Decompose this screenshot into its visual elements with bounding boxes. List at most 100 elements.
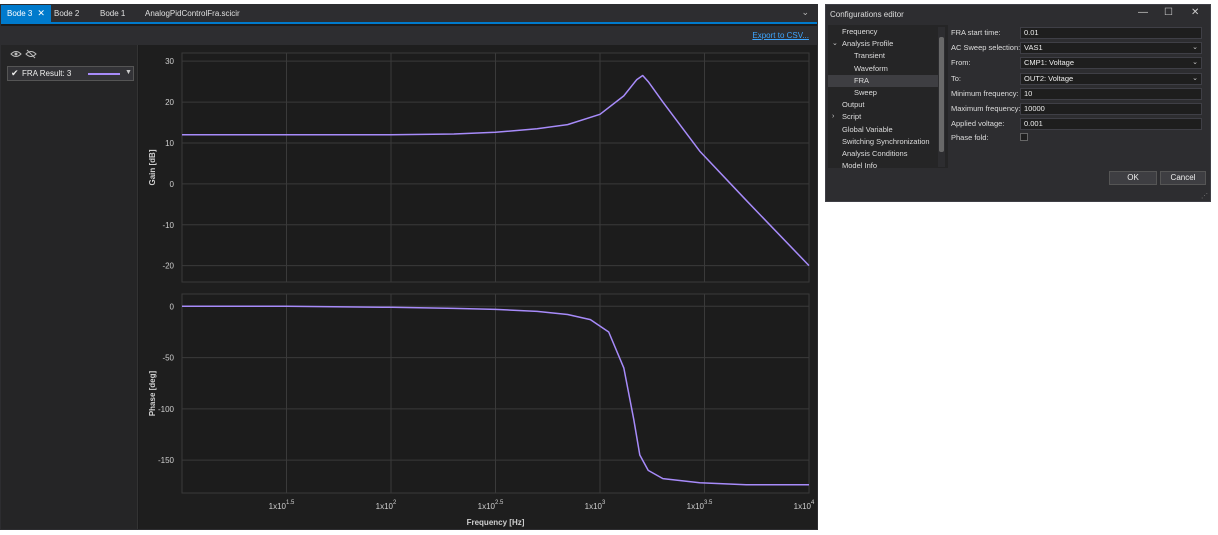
tree-item-analysis-conditions[interactable]: Analysis Conditions xyxy=(828,148,938,160)
ok-button[interactable]: OK xyxy=(1109,171,1157,185)
fra-result-label: FRA Result: 3 xyxy=(22,69,72,78)
chevron-down-icon[interactable]: ⌄ xyxy=(1192,43,1198,53)
export-csv-link[interactable]: Export to CSV... xyxy=(752,31,809,40)
tree-item-transient[interactable]: Transient xyxy=(828,50,938,62)
property-input[interactable]: 0.001 xyxy=(1020,118,1202,131)
close-icon[interactable]: ✕ xyxy=(37,8,45,18)
tree-item-switching-synchronization[interactable]: Switching Synchronization xyxy=(828,136,938,148)
tree-item-label: Script xyxy=(842,112,862,122)
y-axis-label: Gain [dB] xyxy=(148,149,157,185)
y-tick-label: 10 xyxy=(165,139,174,148)
series-color-swatch xyxy=(88,73,120,75)
check-icon[interactable]: ✔ xyxy=(11,68,19,79)
close-icon[interactable]: ✕ xyxy=(1191,7,1199,18)
property-label: Minimum frequency: xyxy=(951,88,1019,98)
tree-item-frequency[interactable]: Frequency xyxy=(828,26,938,38)
property-value: VAS1 xyxy=(1024,43,1043,53)
hide-all-eye-icon[interactable] xyxy=(25,49,37,59)
config-tree: Frequency ⌄ Analysis Profile Transient Wavef… xyxy=(828,25,948,168)
chevron-down-icon[interactable]: ▼ xyxy=(125,69,132,76)
phase-fold-label: Phase fold: xyxy=(951,133,989,142)
property-input[interactable]: 10 xyxy=(1020,87,1202,100)
y-tick-label: 0 xyxy=(170,302,175,311)
y-tick-label: -20 xyxy=(162,262,174,271)
maximize-icon[interactable]: ☐ xyxy=(1164,7,1173,18)
tree-item-label: Switching Synchronization xyxy=(842,136,930,146)
x-tick-label: 1x102.5 xyxy=(478,500,504,511)
bode-window: Bode 3 ✕ Bode 2 Bode 1 AnalogPidControlFr… xyxy=(0,4,818,530)
chevron-down-icon[interactable]: ⌄ xyxy=(1192,74,1198,84)
property-label: To: xyxy=(951,73,962,83)
tree-item-sweep[interactable]: Sweep xyxy=(828,87,938,99)
property-input[interactable]: 10000 xyxy=(1020,103,1202,115)
tree-item-model-info[interactable]: Model Info xyxy=(828,160,938,168)
tree-item-script[interactable]: › Script xyxy=(828,111,938,123)
property-value: 0.001 xyxy=(1024,119,1043,129)
x-tick-label: 1x101.5 xyxy=(269,500,295,511)
resize-grip-icon[interactable]: ⋰ xyxy=(1201,192,1208,200)
property-dropdown[interactable]: VAS1 ⌄ xyxy=(1020,42,1202,55)
results-panel: ✔ FRA Result: 3 ▼ xyxy=(1,45,138,529)
property-dropdown[interactable]: OUT2: Voltage ⌄ xyxy=(1020,72,1202,85)
tree-item-output[interactable]: Output xyxy=(828,99,938,111)
y-tick-label: -100 xyxy=(158,405,175,414)
chevron-down-icon[interactable]: ⌄ xyxy=(832,38,838,50)
chevron-right-icon[interactable]: › xyxy=(832,111,834,123)
y-tick-label: 30 xyxy=(165,57,174,66)
property-label: Applied voltage: xyxy=(951,119,1005,129)
tab-label: Bode 1 xyxy=(100,9,126,18)
y-tick-label: -150 xyxy=(158,456,175,465)
bode-plots-svg[interactable]: 30 20 10 0 -10 -20 Gain [dB] 0 -50 -100 -150 Phase … xyxy=(139,45,817,529)
tree-item-label: Model Info xyxy=(842,161,878,168)
tree-item-label: Global Variable xyxy=(842,124,893,134)
property-dropdown[interactable]: CMP1: Voltage ⌄ xyxy=(1020,57,1202,70)
tree-item-analysis-profile[interactable]: ⌄ Analysis Profile xyxy=(828,38,938,50)
window-title: Configurations editor xyxy=(830,10,904,19)
phase-fold-checkbox[interactable] xyxy=(1020,133,1028,141)
property-label: AC Sweep selection: xyxy=(951,43,1021,53)
tab-bode-1[interactable]: Bode 1 xyxy=(94,5,131,22)
x-tick-label: 1x104 xyxy=(794,500,815,511)
tree-item-label: FRA xyxy=(854,75,869,85)
tree-item-label: Output xyxy=(842,100,865,110)
tab-bar: Bode 3 ✕ Bode 2 Bode 1 AnalogPidControlFr… xyxy=(1,5,817,24)
tree-item-fra[interactable]: FRA xyxy=(828,74,938,87)
cancel-button[interactable]: Cancel xyxy=(1160,171,1206,185)
tree-item-label: Sweep xyxy=(854,88,877,97)
chevron-down-icon[interactable]: ⌄ xyxy=(801,7,809,18)
x-tick-label: 1x102 xyxy=(376,500,397,511)
property-value: CMP1: Voltage xyxy=(1024,58,1075,68)
tree-item-label: Frequency xyxy=(842,27,878,36)
scrollbar-thumb[interactable] xyxy=(939,37,944,152)
chevron-down-icon[interactable]: ⌄ xyxy=(1192,58,1198,68)
bode-plot-area: 30 20 10 0 -10 -20 Gain [dB] 0 -50 -100 -150 Phase … xyxy=(139,45,817,529)
property-value: 10 xyxy=(1024,88,1033,98)
property-input[interactable]: 0.01 xyxy=(1020,27,1202,39)
show-all-eye-icon[interactable] xyxy=(10,49,22,59)
tree-item-label: Waveform xyxy=(854,63,888,73)
tab-circuit-file[interactable]: AnalogPidControlFra.scicir xyxy=(139,5,246,22)
tree-scrollbar[interactable] xyxy=(938,27,945,167)
property-value: OUT2: Voltage xyxy=(1024,73,1074,83)
x-tick-label: 1x103.5 xyxy=(687,500,713,511)
tree-item-label: Analysis Conditions xyxy=(842,149,908,158)
minimize-icon[interactable]: — xyxy=(1138,7,1148,18)
y-tick-label: -50 xyxy=(162,354,174,363)
property-value: 0.01 xyxy=(1024,28,1039,37)
fra-result-item[interactable]: ✔ FRA Result: 3 ▼ xyxy=(7,66,134,81)
tree-item-label: Analysis Profile xyxy=(842,39,894,49)
x-tick-label: 1x103 xyxy=(585,500,606,511)
property-label: FRA start time: xyxy=(951,28,1001,37)
y-tick-label: 0 xyxy=(170,180,175,189)
x-axis-label: Frequency [Hz] xyxy=(467,518,525,527)
y-tick-label: -10 xyxy=(162,221,174,230)
tree-item-global-variable[interactable]: Global Variable xyxy=(828,124,938,136)
tab-label: AnalogPidControlFra.scicir xyxy=(145,9,240,18)
tab-bode-2[interactable]: Bode 2 xyxy=(48,5,85,22)
property-label: From: xyxy=(951,58,971,68)
tree-item-label: Transient xyxy=(854,51,885,61)
y-tick-label: 20 xyxy=(165,98,174,107)
tree-item-waveform[interactable]: Waveform xyxy=(828,63,938,75)
tab-bode-3[interactable]: Bode 3 ✕ xyxy=(1,5,51,22)
property-value: 10000 xyxy=(1024,104,1045,113)
